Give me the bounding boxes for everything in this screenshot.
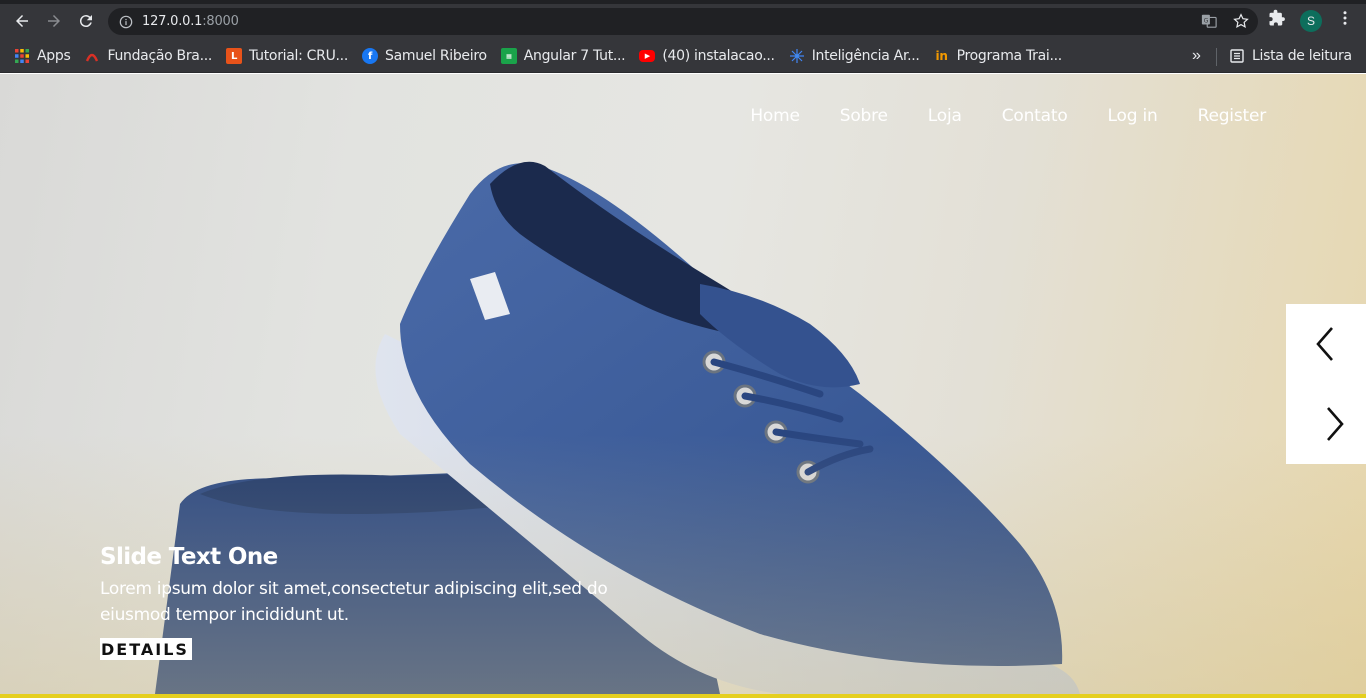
bookmarks-bar: Apps Fundação Bra... L Tutorial: CRU... … [0,40,1366,73]
bookmark-fundacao[interactable]: Fundação Bra... [77,42,219,70]
nav-register[interactable]: Register [1198,106,1267,126]
bookmark-label: Angular 7 Tut... [523,48,626,64]
browser-toolbar: 127.0.0.1:8000 G S [0,0,1366,40]
back-arrow-icon [16,15,28,27]
reload-button[interactable] [74,9,98,33]
site-info-icon[interactable] [119,15,133,29]
tutorial-l-icon: L [226,48,243,64]
angular-site-icon: ▦ [500,48,517,64]
slide-text: Lorem ipsum dolor sit amet,consectetur a… [100,579,608,625]
bookmark-star-icon[interactable] [1232,12,1250,30]
reading-list-icon [1229,48,1245,64]
apps-grid-icon [14,48,30,64]
reload-icon [79,15,92,28]
bookmark-youtube-instalacao[interactable]: ▶ (40) instalacao... [632,42,781,70]
bookmark-programa[interactable]: in Programa Trai... [927,42,1069,70]
bookmark-label: Programa Trai... [956,48,1063,64]
details-button[interactable]: DETAILS [100,638,192,660]
slider-prev-button[interactable] [1286,304,1366,384]
hero-slider: Home Sobre Loja Contato Log in Register … [0,74,1366,694]
slide-caption: Slide Text One Lorem ipsum dolor sit ame… [100,544,660,660]
nav-loja[interactable]: Loja [928,106,962,126]
bookmark-label: Fundação Bra... [107,48,213,64]
programa-icon: in [935,49,948,63]
reading-list-button[interactable]: Lista de leitura [1222,42,1359,70]
slide-title: Slide Text One [100,544,278,570]
accent-bar [0,694,1366,698]
chevron-right-icon [1327,407,1344,441]
url-text: 127.0.0.1:8000 [142,14,239,29]
back-button[interactable] [10,9,34,33]
nav-contato[interactable]: Contato [1002,106,1068,126]
profile-avatar[interactable]: S [1300,9,1322,32]
bookmark-label: Inteligência Ar... [811,48,920,64]
nav-sobre[interactable]: Sobre [840,106,888,126]
reading-list-label: Lista de leitura [1252,48,1352,64]
bookmark-label: Apps [37,48,71,64]
bookmark-angular-tutorial[interactable]: ▦ Angular 7 Tut... [494,42,633,70]
forward-button[interactable] [42,9,66,33]
chrome-menu-icon[interactable] [1336,9,1354,32]
bookmarks-divider [1216,48,1217,66]
bookmarks-overflow-button[interactable]: » [1192,42,1201,70]
bookmark-apps[interactable]: Apps [7,42,77,70]
main-navigation: Home Sobre Loja Contato Log in Register [750,106,1266,126]
bookmark-inteligencia[interactable]: Inteligência Ar... [782,42,927,70]
bookmark-tutorial-crud[interactable]: L Tutorial: CRU... [219,42,355,70]
extensions-puzzle-icon[interactable] [1268,9,1286,32]
nav-login[interactable]: Log in [1108,106,1158,126]
slider-next-button[interactable] [1286,384,1366,464]
bookmark-samuel-ribeiro[interactable]: f Samuel Ribeiro [355,42,494,70]
svg-text:G: G [1204,17,1209,24]
address-bar[interactable]: 127.0.0.1:8000 G [108,8,1258,35]
youtube-icon: ▶ [639,50,656,62]
chevron-left-icon [1316,327,1333,361]
facebook-icon: f [361,48,378,64]
translate-icon[interactable]: G [1200,12,1218,30]
bookmark-label: Samuel Ribeiro [384,48,487,64]
bookmark-label: (40) instalacao... [662,48,775,64]
nav-home[interactable]: Home [750,106,800,126]
slider-controls [1286,304,1366,464]
forward-arrow-icon [48,15,60,27]
bookmark-label: Tutorial: CRU... [249,48,348,64]
ia-icon [789,48,805,64]
fundacao-icon [84,48,100,64]
